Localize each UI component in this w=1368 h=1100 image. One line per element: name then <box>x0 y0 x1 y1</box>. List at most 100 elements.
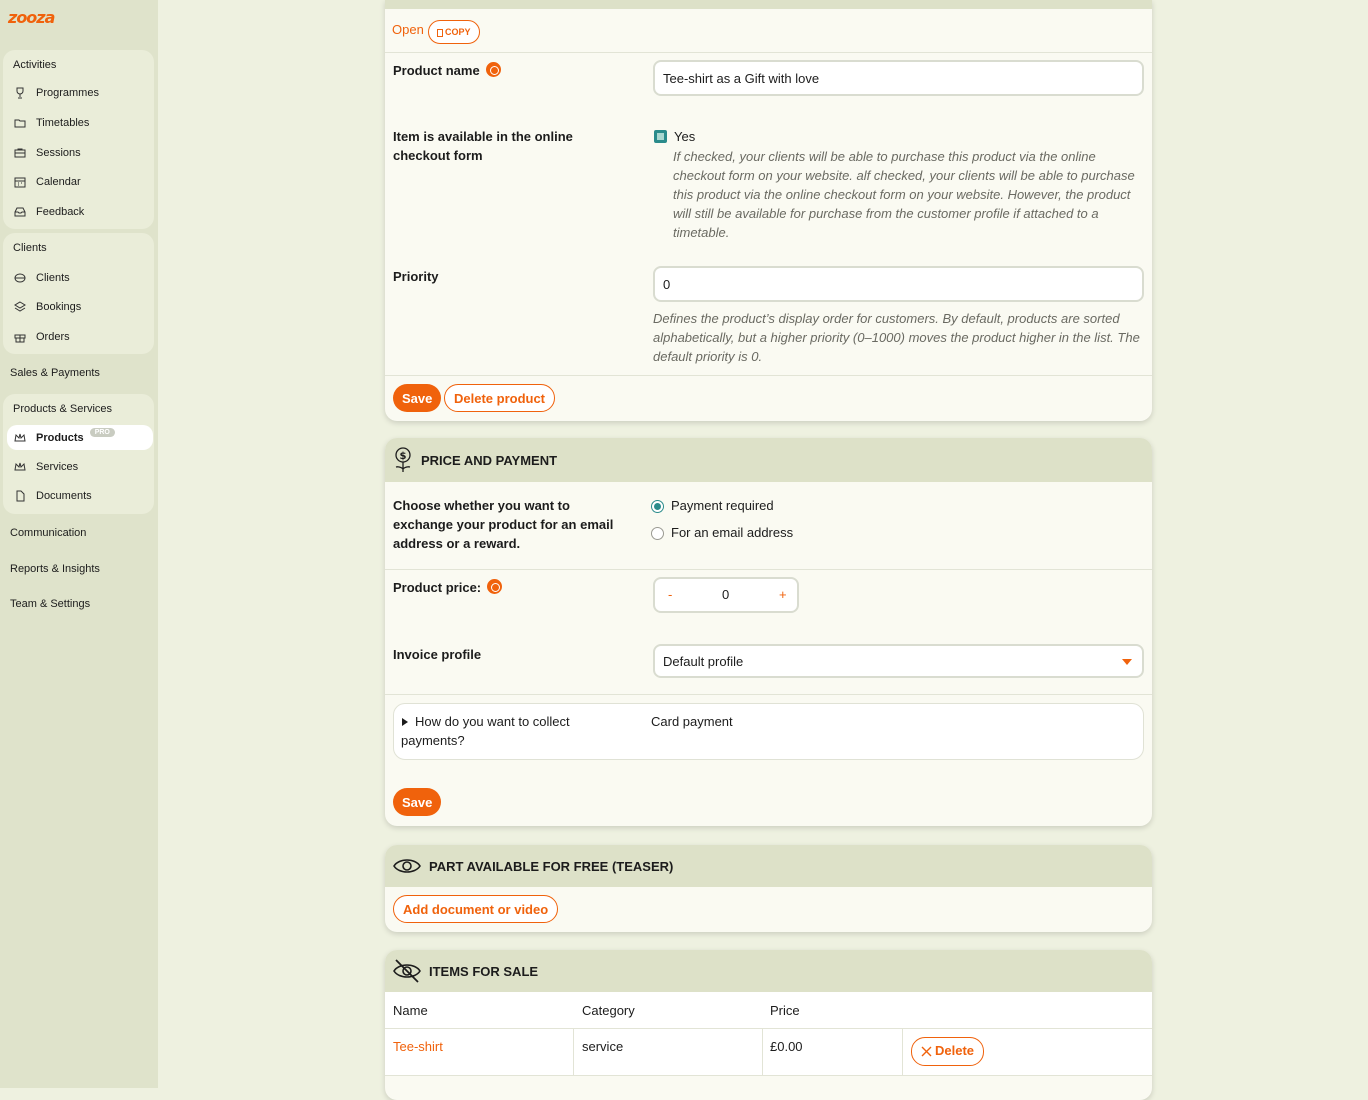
item-category: service <box>582 1039 624 1054</box>
sidebar-item-sales-payments[interactable]: Sales & Payments <box>10 367 100 379</box>
sidebar-item-services[interactable]: Services <box>7 454 153 479</box>
users-icon <box>13 271 27 285</box>
dollar-flower-icon: $ <box>393 447 413 473</box>
item-price: £0.00 <box>770 1039 803 1054</box>
pro-badge: PRO <box>89 428 115 437</box>
items-for-sale-title: ITEMS FOR SALE <box>429 963 539 979</box>
delete-item-label: Delete <box>935 1043 975 1059</box>
save-button[interactable]: Save <box>393 788 442 816</box>
teaser-header: PART AVAILABLE FOR FREE (TEASER) <box>385 845 1152 887</box>
exchange-label: Choose whether you want to exchange your… <box>393 498 614 551</box>
column-header-category: Category <box>582 1003 635 1018</box>
save-button[interactable]: Save <box>393 384 442 412</box>
sidebar-item-bookings[interactable]: Bookings <box>7 294 153 319</box>
nav-group-activities: Activities Programmes Timetables Session… <box>3 50 154 229</box>
card-top-strip <box>385 0 1152 9</box>
nav-heading-activities: Activities <box>13 59 57 71</box>
sidebar-item-timetables[interactable]: Timetables <box>7 110 153 135</box>
collect-payments-label: How do you want to collect payments? <box>401 714 570 748</box>
sidebar-item-products[interactable]: Products PRO <box>7 425 153 450</box>
sidebar-item-calendar[interactable]: Calendar <box>7 169 153 194</box>
layers-icon <box>13 300 27 314</box>
sidebar-item-label: Sessions <box>36 146 81 159</box>
divider <box>385 52 1152 53</box>
online-checkout-help: If checked, your clients will be able to… <box>673 149 1135 240</box>
increment-button[interactable]: + <box>779 587 787 602</box>
sidebar-item-orders[interactable]: Orders <box>7 324 153 349</box>
product-name-label-text: Product name <box>393 63 480 78</box>
price-payment-header: $ PRICE AND PAYMENT <box>385 438 1152 482</box>
eye-icon <box>393 857 421 875</box>
items-for-sale-header: ITEMS FOR SALE <box>385 950 1152 992</box>
email-address-label: For an email address <box>671 525 794 540</box>
sidebar-item-programmes[interactable]: Programmes <box>7 80 153 105</box>
nav-group-products-services: Products & Services Products PRO Service… <box>3 394 154 514</box>
table-header-row: Name Category Price <box>385 992 1152 1028</box>
crown-icon <box>13 460 27 474</box>
sidebar-item-sessions[interactable]: Sessions <box>7 140 153 165</box>
sidebar-item-documents[interactable]: Documents <box>7 483 153 508</box>
briefcase-icon <box>13 146 27 160</box>
decrement-button[interactable]: - <box>668 587 672 602</box>
sidebar-item-label: Timetables <box>36 116 90 129</box>
delete-item-button[interactable]: Delete <box>911 1037 985 1066</box>
nav-group-clients: Clients Clients Bookings Orders <box>3 233 154 354</box>
sidebar-item-label: Bookings <box>36 300 82 313</box>
open-link[interactable]: Open <box>392 20 424 39</box>
online-checkout-checkbox[interactable] <box>654 130 667 143</box>
price-payment-card: $ PRICE AND PAYMENT Choose whether you w… <box>385 438 1152 826</box>
document-icon <box>13 489 27 503</box>
invoice-profile-select[interactable]: Default profile <box>653 644 1144 678</box>
sidebar-item-communication[interactable]: Communication <box>10 527 86 539</box>
priority-input[interactable] <box>653 266 1144 302</box>
teaser-card: PART AVAILABLE FOR FREE (TEASER) Add doc… <box>385 845 1152 932</box>
column-header-name: Name <box>393 1003 428 1018</box>
product-name-input[interactable] <box>653 60 1144 96</box>
column-divider <box>902 1029 903 1075</box>
sidebar-item-label: Orders <box>36 330 70 343</box>
svg-text:$: $ <box>400 451 407 462</box>
sidebar-item-label: Calendar <box>36 175 81 188</box>
zooza-logo[interactable]: zooza <box>8 8 55 28</box>
product-name-label: Product name <box>393 61 501 80</box>
price-value[interactable]: 0 <box>722 587 729 602</box>
divider <box>385 375 1152 376</box>
product-details-card: Open COPY Product name Item is available… <box>385 0 1152 421</box>
price-stepper[interactable]: - 0 + <box>653 577 799 613</box>
priority-label: Priority <box>393 269 439 284</box>
sidebar-item-label: Services <box>36 460 79 473</box>
sidebar: zooza Activities Programmes Timetables S… <box>0 0 158 1088</box>
invoice-profile-value: Default profile <box>663 654 744 669</box>
delete-product-button[interactable]: Delete product <box>444 384 556 412</box>
sidebar-item-label: Products <box>36 431 84 444</box>
sidebar-item-clients[interactable]: Clients <box>7 265 153 290</box>
sidebar-item-label: Feedback <box>36 205 85 218</box>
nav-heading-clients: Clients <box>13 242 47 254</box>
copy-button[interactable]: COPY <box>428 20 480 44</box>
item-name-link[interactable]: Tee-shirt <box>393 1039 443 1054</box>
collect-payments-details[interactable]: How do you want to collect payments? Car… <box>393 703 1144 760</box>
payment-required-label: Payment required <box>671 498 774 513</box>
add-document-video-button[interactable]: Add document or video <box>393 895 559 923</box>
sidebar-item-label: Programmes <box>36 86 99 99</box>
priority-help: Defines the product’s display order for … <box>653 311 1140 364</box>
chevron-down-icon <box>1122 659 1132 665</box>
column-divider <box>762 1029 763 1075</box>
sidebar-item-team-settings[interactable]: Team & Settings <box>10 598 90 610</box>
product-price-label: Product price: <box>393 578 503 597</box>
items-for-sale-card: ITEMS FOR SALE Name Category Price Tee-s… <box>385 950 1152 1100</box>
payment-required-radio[interactable] <box>651 500 664 513</box>
email-address-radio[interactable] <box>651 527 664 540</box>
gift-icon <box>13 330 27 344</box>
online-checkout-label: Item is available in the online checkout… <box>393 129 573 163</box>
price-payment-title: PRICE AND PAYMENT <box>421 452 558 468</box>
sidebar-item-reports-insights[interactable]: Reports & Insights <box>10 563 100 575</box>
required-icon <box>485 62 501 78</box>
divider <box>385 569 1152 570</box>
sidebar-item-label: Clients <box>36 271 70 284</box>
table-divider <box>385 1075 1152 1076</box>
sidebar-item-feedback[interactable]: Feedback <box>7 199 153 224</box>
folder-icon <box>13 116 27 130</box>
collect-payments-value: Card payment <box>651 714 733 729</box>
crown-icon <box>13 431 27 445</box>
